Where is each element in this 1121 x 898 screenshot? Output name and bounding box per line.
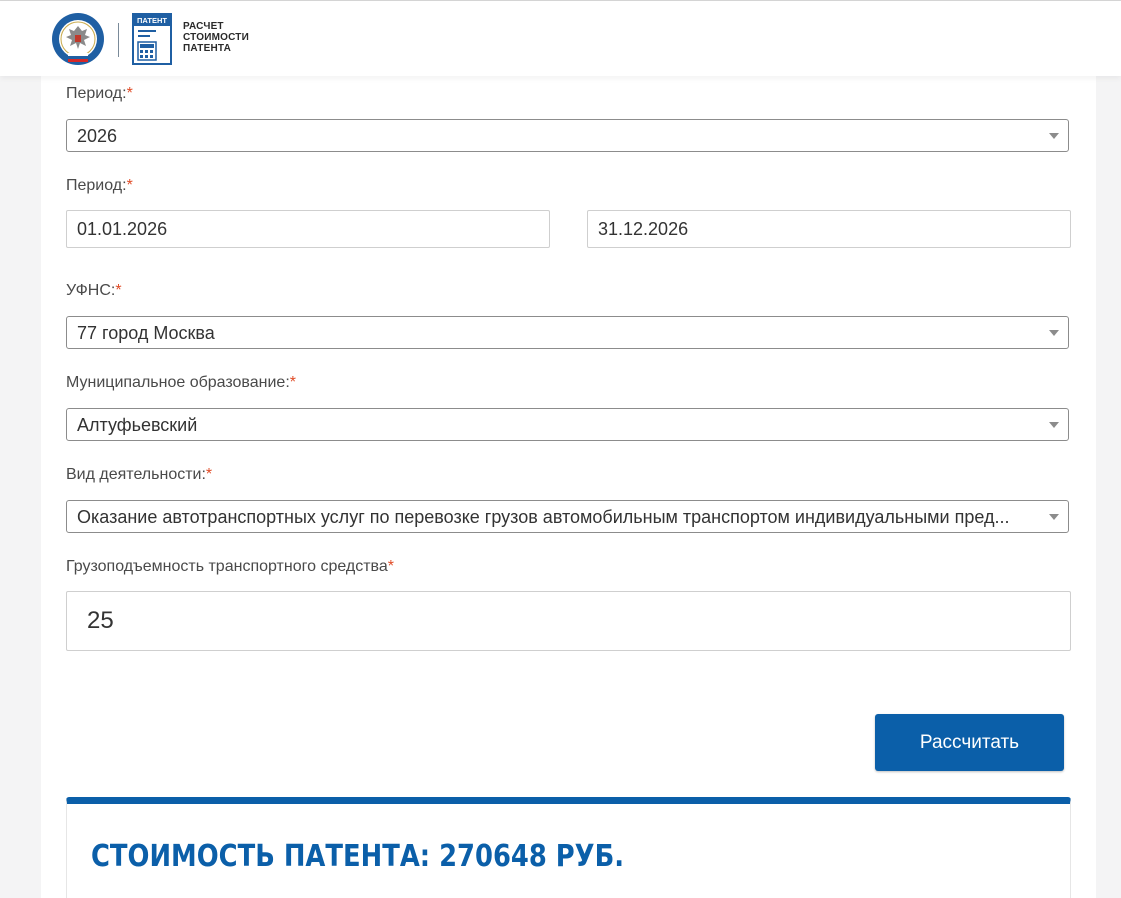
chevron-down-icon (1049, 330, 1059, 336)
required-mark: * (387, 558, 394, 575)
calculate-button[interactable]: Рассчитать (875, 714, 1064, 771)
patent-calculator-icon[interactable]: ПАТЕНТ (131, 12, 175, 66)
logo-divider (118, 23, 119, 57)
required-mark: * (205, 466, 213, 483)
required-mark: * (289, 374, 296, 391)
chevron-down-icon (1049, 422, 1059, 428)
period-year-select[interactable]: 2026 (66, 119, 1069, 152)
municipality-select[interactable]: Алтуфьевский (66, 408, 1069, 441)
period-dates-label-text: Период: (66, 177, 127, 194)
municipality-label-text: Муниципальное образование: (66, 374, 290, 391)
period-dates-label: Период:* (66, 176, 133, 196)
ufns-value: 77 город Москва (77, 323, 215, 343)
result-panel: СТОИМОСТЬ ПАТЕНТА: 270648 РУБ. (66, 797, 1071, 898)
required-mark: * (115, 282, 122, 299)
activity-value: Оказание автотранспортных услуг по перев… (77, 507, 1010, 527)
activity-label-text: Вид деятельности: (66, 466, 206, 483)
required-mark: * (126, 85, 133, 102)
capacity-label-text: Грузоподъемность транспортного средства (66, 558, 388, 575)
site-header: ПАТЕНТ РАСЧЕТ СТОИМОСТИ ПАТЕНТА (0, 1, 1121, 76)
chevron-down-icon (1049, 133, 1059, 139)
municipality-value: Алтуфьевский (77, 415, 198, 435)
patent-badge-text: ПАТЕНТ (137, 16, 167, 25)
capacity-label: Грузоподъемность транспортного средства* (66, 557, 394, 577)
activity-select[interactable]: Оказание автотранспортных услуг по перев… (66, 500, 1069, 533)
chevron-down-icon (1049, 514, 1059, 520)
ufns-select[interactable]: 77 город Москва (66, 316, 1069, 349)
app-title[interactable]: РАСЧЕТ СТОИМОСТИ ПАТЕНТА (183, 21, 263, 54)
fns-emblem-icon[interactable] (51, 12, 105, 66)
required-mark: * (126, 177, 133, 194)
app-title-line1: РАСЧЕТ (183, 21, 224, 32)
patent-cost-result: СТОИМОСТЬ ПАТЕНТА: 270648 РУБ. (91, 839, 625, 874)
form-panel (41, 76, 1096, 898)
period-year-label: Период:* (66, 84, 133, 104)
period-year-label-text: Период: (66, 85, 127, 102)
app-title-line2: СТОИМОСТИ (183, 32, 249, 43)
ufns-label-text: УФНС: (66, 282, 116, 299)
app-title-line3: ПАТЕНТА (183, 43, 232, 54)
capacity-input[interactable]: 25 (66, 591, 1071, 651)
activity-label: Вид деятельности:* (66, 465, 212, 485)
municipality-label: Муниципальное образование:* (66, 373, 296, 393)
period-end-date-input[interactable]: 31.12.2026 (587, 210, 1071, 248)
ufns-label: УФНС:* (66, 281, 122, 301)
period-year-value: 2026 (77, 126, 118, 146)
page: ПАТЕНТ РАСЧЕТ СТОИМОСТИ ПАТЕНТА Период:*… (0, 0, 1121, 898)
period-start-date-input[interactable]: 01.01.2026 (66, 210, 550, 248)
